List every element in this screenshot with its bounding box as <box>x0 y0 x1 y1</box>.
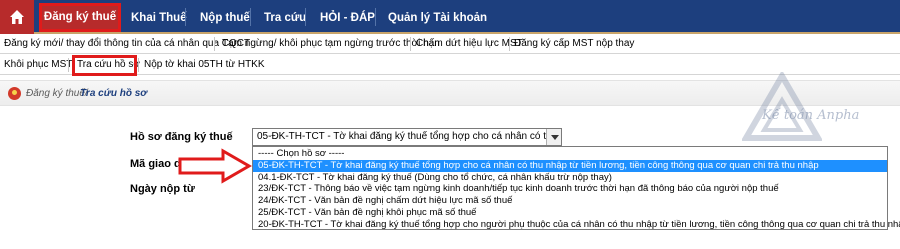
submenu-dang-ky-cap-mst[interactable]: Đăng ký cấp MST nộp thay <box>514 37 634 51</box>
dropdown-option[interactable]: 23/ĐK-TCT - Thông báo về việc tạm ngừng … <box>253 183 887 195</box>
submenu-separator <box>214 37 215 51</box>
home-button[interactable] <box>0 0 34 34</box>
nav-separator <box>305 8 306 26</box>
nav-separator <box>250 8 251 26</box>
dropdown-option[interactable]: 20-ĐK-TH-TCT - Tờ khai đăng ký thuế tổng… <box>253 219 900 231</box>
submenu-row-1: Đăng ký mới/ thay đổi thông tin của cá n… <box>0 34 900 54</box>
red-arrow-icon <box>178 148 253 184</box>
nav-khai-thue[interactable]: Khai Thuế <box>131 9 187 27</box>
dropdown-option[interactable]: ----- Chọn hồ sơ ----- <box>253 148 887 160</box>
nav-tra-cuu[interactable]: Tra cứu <box>264 9 306 27</box>
submenu-khoi-phuc-mst[interactable]: Khôi phục MST <box>4 58 72 72</box>
breadcrumb-current: Tra cứu hồ sơ <box>80 88 148 99</box>
dropdown-option-selected[interactable]: 05-ĐK-TH-TCT - Tờ khai đăng ký thuế tổng… <box>253 159 887 172</box>
submenu-separator <box>509 37 510 51</box>
submenu-tra-cuu-ho-so[interactable]: Tra cứu hồ sơ <box>77 58 140 72</box>
watermark-text: Kế toán Anpha <box>762 108 860 123</box>
submenu-separator <box>138 58 139 72</box>
dropdown-arrow-icon[interactable] <box>546 129 561 145</box>
nav-dang-ky-thue[interactable]: Đăng ký thuế <box>40 4 120 31</box>
home-icon <box>10 10 24 24</box>
nav-quan-ly-tai-khoan[interactable]: Quản lý Tài khoản <box>388 9 487 27</box>
ho-so-dang-ky-thue-label: Hồ sơ đăng ký thuế <box>130 131 233 143</box>
submenu-cham-dut[interactable]: Chấm dứt hiệu lực MST <box>416 37 523 51</box>
submenu-tam-ngung[interactable]: Tạm ngừng/ khôi phục tạm ngừng trước thờ… <box>222 37 440 51</box>
dropdown-option[interactable]: 04.1-ĐK-TCT - Tờ khai đăng ký thuế (Dùng… <box>253 172 887 184</box>
ho-so-select[interactable]: 05-ĐK-TH-TCT - Tờ khai đăng ký thuế tổng… <box>252 128 562 146</box>
ho-so-select-value: 05-ĐK-TH-TCT - Tờ khai đăng ký thuế tổng… <box>257 131 561 142</box>
dropdown-option[interactable]: 24/ĐK-TCT - Văn bản đề nghị chấm dứt hiệ… <box>253 195 887 207</box>
breadcrumb-icon <box>8 87 21 100</box>
watermark-logo-icon <box>742 72 822 141</box>
dropdown-option[interactable]: 25/ĐK-TCT - Văn bản đề nghị khôi phục mã… <box>253 207 887 219</box>
ho-so-dropdown-list: ----- Chọn hồ sơ ----- 05-ĐK-TH-TCT - Tờ… <box>252 146 900 231</box>
breadcrumb-parent[interactable]: Đăng ký thuế/ <box>26 88 88 100</box>
nav-hoi-dap[interactable]: HỎI - ĐÁP <box>320 9 375 27</box>
nav-nop-thue[interactable]: Nộp thuế <box>200 9 250 27</box>
submenu-separator <box>410 37 411 51</box>
ngay-nop-tu-label: Ngày nộp từ <box>130 183 195 195</box>
submenu-nop-to-khai-05th[interactable]: Nộp tờ khai 05TH từ HTKK <box>144 58 265 72</box>
submenu-separator <box>68 58 69 72</box>
nav-separator <box>375 8 376 26</box>
nav-separator <box>185 8 186 26</box>
top-nav-bar: Đăng ký thuế Khai Thuế Nộp thuế Tra cứu … <box>0 0 900 34</box>
